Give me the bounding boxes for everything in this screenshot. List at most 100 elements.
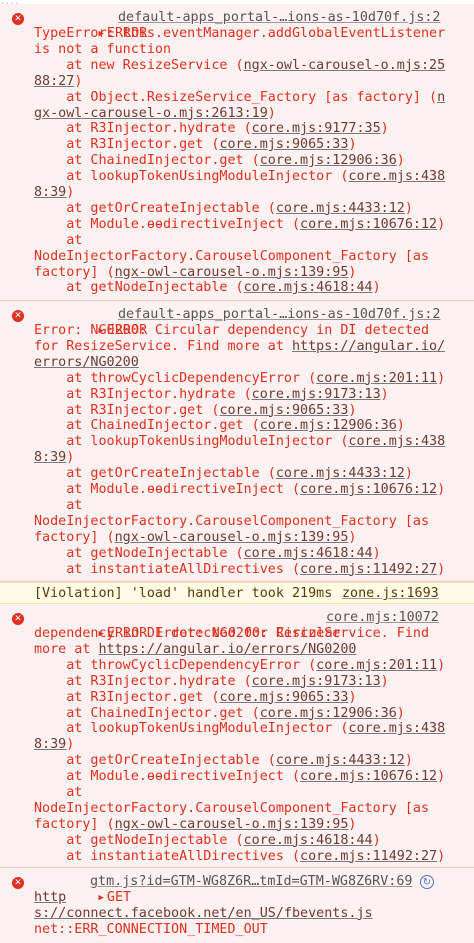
stack-line: NodeInjectorFactory.CarouselComponent_Fa… [34, 801, 429, 817]
stack-source-link[interactable]: core.mjs:4433:12 [276, 201, 405, 216]
stack-source-link[interactable]: core.mjs:4433:12 [276, 753, 405, 768]
stack-source-link[interactable]: core.mjs:201:11 [316, 658, 437, 673]
stack-source-link[interactable]: core.mjs:12906:36 [260, 153, 397, 168]
stack-text: NodeInjectorFactory.CarouselComponent_Fa… [34, 800, 430, 816]
stack-source-link[interactable]: core.mjs:438 [348, 721, 445, 736]
stack-text: at throwCyclicDependencyError ( [34, 370, 317, 386]
stack-text: at Module.ɵɵdirectiveInject ( [34, 769, 301, 785]
stack-text: ) [372, 832, 381, 848]
stack-text: ) [372, 545, 381, 561]
stack-text: at ChainedInjector.get ( [34, 153, 260, 169]
stack-line: at lookupTokenUsingModuleInjector (core.… [34, 169, 445, 185]
stack-text: ) [348, 264, 357, 280]
stack-line: NodeInjectorFactory.CarouselComponent_Fa… [34, 514, 429, 530]
stack-source-link[interactable]: ngx-owl-carousel-o.mjs:139:95 [115, 530, 349, 545]
stack-text: ) [404, 466, 413, 482]
stack-source-link[interactable]: 8:39 [34, 450, 66, 465]
stack-source-link[interactable]: core.mjs:12906:36 [260, 706, 397, 721]
stack-source-link[interactable]: core.mjs:9065:33 [219, 690, 348, 705]
violation-text: [Violation] 'load' handler took 219ms [34, 586, 333, 601]
console-error-message[interactable]: ✕ ▶ ERROR default-apps_portal-…ions-as-10… [0, 301, 474, 582]
stack-source-link[interactable]: core.mjs:9065:33 [219, 137, 348, 152]
stack-source-link[interactable]: core.mjs:4433:12 [276, 466, 405, 481]
stack-text: at R3Injector.get ( [34, 402, 220, 418]
stack-line: net::ERR_CONNECTION_TIMED_OUT [34, 922, 268, 938]
stack-source-link[interactable]: core.mjs:201:11 [316, 371, 437, 386]
console-error-message[interactable]: ✕ ▶ ERROR default-apps_portal-…ions-as-10… [0, 4, 474, 301]
stack-source-link[interactable]: core.mjs:10676:12 [300, 217, 437, 232]
stack-source-link[interactable]: ngx-owl-carousel-o.mjs:25 [244, 58, 446, 73]
stack-line: Error: NG0200: Circular dependency in DI… [34, 323, 429, 339]
stack-text: ) [437, 561, 446, 577]
stack-text: factory] ( [34, 529, 115, 545]
stack-text: at throwCyclicDependencyError ( [34, 657, 317, 673]
stack-source-link[interactable]: core.mjs:9065:33 [219, 403, 348, 418]
stack-source-link[interactable]: core.mjs:9173:13 [252, 387, 381, 402]
stack-source-link[interactable]: gx-owl-carousel-o.mjs:2613:19 [34, 106, 268, 121]
stack-source-link[interactable]: http [34, 890, 66, 905]
source-link[interactable]: gtm.js?id=GTM-WG8Z6R…tmId=GTM-WG8Z6RV:69 [90, 874, 412, 890]
stack-source-link[interactable]: ngx-owl-carousel-o.mjs:139:95 [115, 817, 349, 832]
stack-source-link[interactable]: 8:39 [34, 185, 66, 200]
stack-source-link[interactable]: core.mjs:438 [348, 434, 445, 449]
stack-line: 8:39) [34, 737, 74, 753]
stack-source-link[interactable]: core.mjs:4618:44 [244, 833, 373, 848]
source-link[interactable]: zone.js:1693 [342, 586, 439, 602]
source-link[interactable]: core.mjs:10072 [326, 610, 439, 626]
stack-source-link[interactable]: core.mjs:10676:12 [300, 769, 437, 784]
console-violation-message[interactable]: [Violation] 'load' handler took 219ms zo… [0, 582, 474, 604]
stack-source-link[interactable]: core.mjs:4618:44 [244, 280, 373, 295]
stack-source-link[interactable]: core.mjs:9177:35 [252, 121, 381, 136]
stack-text: ) [396, 153, 405, 169]
stack-line: at Object.ResizeService_Factory [as fact… [34, 90, 445, 106]
stack-line: at [34, 785, 82, 801]
stack-line: at ChainedInjector.get (core.mjs:12906:3… [34, 418, 405, 434]
stack-text: at R3Injector.hydrate ( [34, 386, 252, 402]
stack-source-link[interactable]: core.mjs:11492:27 [300, 562, 437, 577]
stack-source-link[interactable]: https://angular.io/errors/NG0200 [99, 642, 357, 657]
stack-source-link[interactable]: core.mjs:12906:36 [260, 418, 397, 433]
stack-line: http [34, 890, 66, 906]
stack-text: ) [404, 200, 413, 216]
stack-source-link[interactable]: core.mjs:438 [348, 169, 445, 184]
stack-source-link[interactable]: 8:39 [34, 737, 66, 752]
stack-text: at Module.ɵɵdirectiveInject ( [34, 482, 301, 497]
stack-line: errors/NG0200 [34, 355, 139, 371]
stack-text: at ChainedInjector.get ( [34, 418, 260, 434]
stack-source-link[interactable]: n [437, 90, 445, 105]
retry-icon[interactable]: ↻ [420, 875, 434, 889]
stack-line: factory] (ngx-owl-carousel-o.mjs:139:95) [34, 817, 356, 833]
stack-text: at Object.ResizeService_Factory [as fact… [34, 89, 438, 105]
console-network-error[interactable]: ✕ ▶ GET gtm.js?id=GTM-WG8Z6R…tmId=GTM-WG8… [0, 868, 474, 943]
stack-text: ) [372, 280, 381, 296]
stack-text: at getOrCreateInjectable ( [34, 753, 276, 769]
stack-text: ) [380, 121, 389, 137]
stack-source-link[interactable]: ngx-owl-carousel-o.mjs:139:95 [115, 265, 349, 280]
stack-line: at getOrCreateInjectable (core.mjs:4433:… [34, 753, 413, 769]
stack-source-link[interactable]: core.mjs:11492:27 [300, 849, 437, 864]
stack-source-link[interactable]: https://angular.io/ [292, 339, 445, 354]
source-link[interactable]: default-apps_portal-…ions-as-10d70f.js:2 [118, 307, 440, 323]
stack-source-link[interactable]: core.mjs:10676:12 [300, 482, 437, 497]
stack-source-link[interactable]: core.mjs:9173:13 [252, 674, 381, 689]
stack-text: ) [66, 450, 75, 466]
stack-text: ) [437, 482, 446, 497]
stack-line: at R3Injector.hydrate (core.mjs:9177:35) [34, 121, 389, 137]
stack-text: at [34, 232, 83, 248]
stack-source-link[interactable]: 88:27 [34, 74, 74, 89]
stack-text: ) [404, 753, 413, 769]
stack-text: factory] ( [34, 816, 115, 832]
stack-text: ) [437, 657, 446, 673]
stack-line: for ResizeService. Find more at https://… [34, 339, 445, 355]
stack-source-link[interactable]: errors/NG0200 [34, 355, 139, 370]
stack-line: at ChainedInjector.get (core.mjs:12906:3… [34, 706, 405, 722]
source-link[interactable]: default-apps_portal-…ions-as-10d70f.js:2 [118, 10, 440, 26]
stack-line: at getNodeInjectable (core.mjs:4618:44) [34, 545, 381, 562]
message-header[interactable]: ▶ ERROR Error: NG0200: Circular [34, 610, 341, 641]
expand-triangle-icon[interactable]: ▶ [99, 891, 104, 907]
console-error-message[interactable]: ✕ ▶ ERROR Error: NG0200: Circular core.mj… [0, 604, 474, 868]
stack-source-link[interactable]: core.mjs:4618:44 [244, 546, 373, 561]
stack-line: at throwCyclicDependencyError (core.mjs:… [34, 658, 445, 674]
stack-source-link[interactable]: s://connect.facebook.net/en_US/fbevents.… [34, 906, 373, 921]
stack-text: ) [437, 848, 446, 864]
